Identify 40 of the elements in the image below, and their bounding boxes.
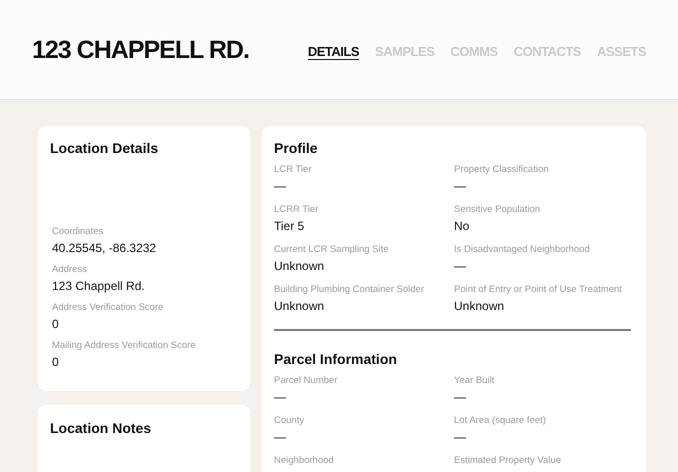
field-label: Coordinates bbox=[52, 225, 104, 239]
field-value: No bbox=[454, 218, 470, 235]
field-value: Tier 5 bbox=[274, 218, 306, 235]
field-label: Mailing Address Verification Score bbox=[52, 339, 197, 353]
field-label: Is Disadvantaged Neighborhood bbox=[454, 243, 591, 257]
card-title: Location Notes bbox=[50, 420, 152, 436]
field-value: — bbox=[274, 429, 287, 446]
field-label: LCR Tier bbox=[274, 163, 312, 177]
card-title: Location Details bbox=[50, 139, 160, 158]
field-label: Property Classification bbox=[454, 163, 550, 177]
field-label: Sensitive Population bbox=[454, 203, 542, 217]
field-value: Unknown bbox=[454, 298, 506, 315]
page-title: 123 CHAPPELL RD. bbox=[32, 34, 249, 64]
field-label: Building Plumbing Container Solder bbox=[274, 283, 425, 297]
field-label: Neighborhood bbox=[274, 454, 335, 468]
field-label: Year Built bbox=[454, 374, 496, 388]
field-label: Address bbox=[52, 263, 88, 277]
nav-tab[interactable]: DETAILS bbox=[308, 42, 360, 62]
field-value: — bbox=[454, 389, 467, 406]
field-label: Lot Area (square feet) bbox=[454, 414, 547, 428]
field-label: LCRR Tier bbox=[274, 203, 320, 217]
field-value: 0 bbox=[52, 316, 60, 333]
field-value: 40.25545, -86.3232 bbox=[52, 240, 158, 257]
field-value: — bbox=[454, 429, 467, 446]
card-title: Profile bbox=[274, 139, 319, 158]
field-value: — bbox=[274, 178, 287, 195]
field-label: Estimated Property Value bbox=[454, 454, 562, 468]
field-label: Point of Entry or Point of Use Treatment bbox=[454, 283, 623, 297]
field-value: 123 Chappell Rd. bbox=[52, 278, 146, 295]
field-label: Parcel Number bbox=[274, 374, 338, 388]
field-value: — bbox=[454, 178, 467, 195]
field-value: Unknown bbox=[274, 258, 326, 275]
field-value: — bbox=[274, 389, 287, 406]
field-label: Address Verification Score bbox=[52, 301, 164, 315]
field-value: Unknown bbox=[274, 298, 326, 315]
field-value: — bbox=[454, 258, 467, 275]
field-label: County bbox=[274, 414, 306, 428]
field-label: Current LCR Sampling Site bbox=[274, 243, 390, 257]
field-value: 0 bbox=[52, 354, 60, 371]
card-title: Parcel Information bbox=[274, 350, 398, 369]
